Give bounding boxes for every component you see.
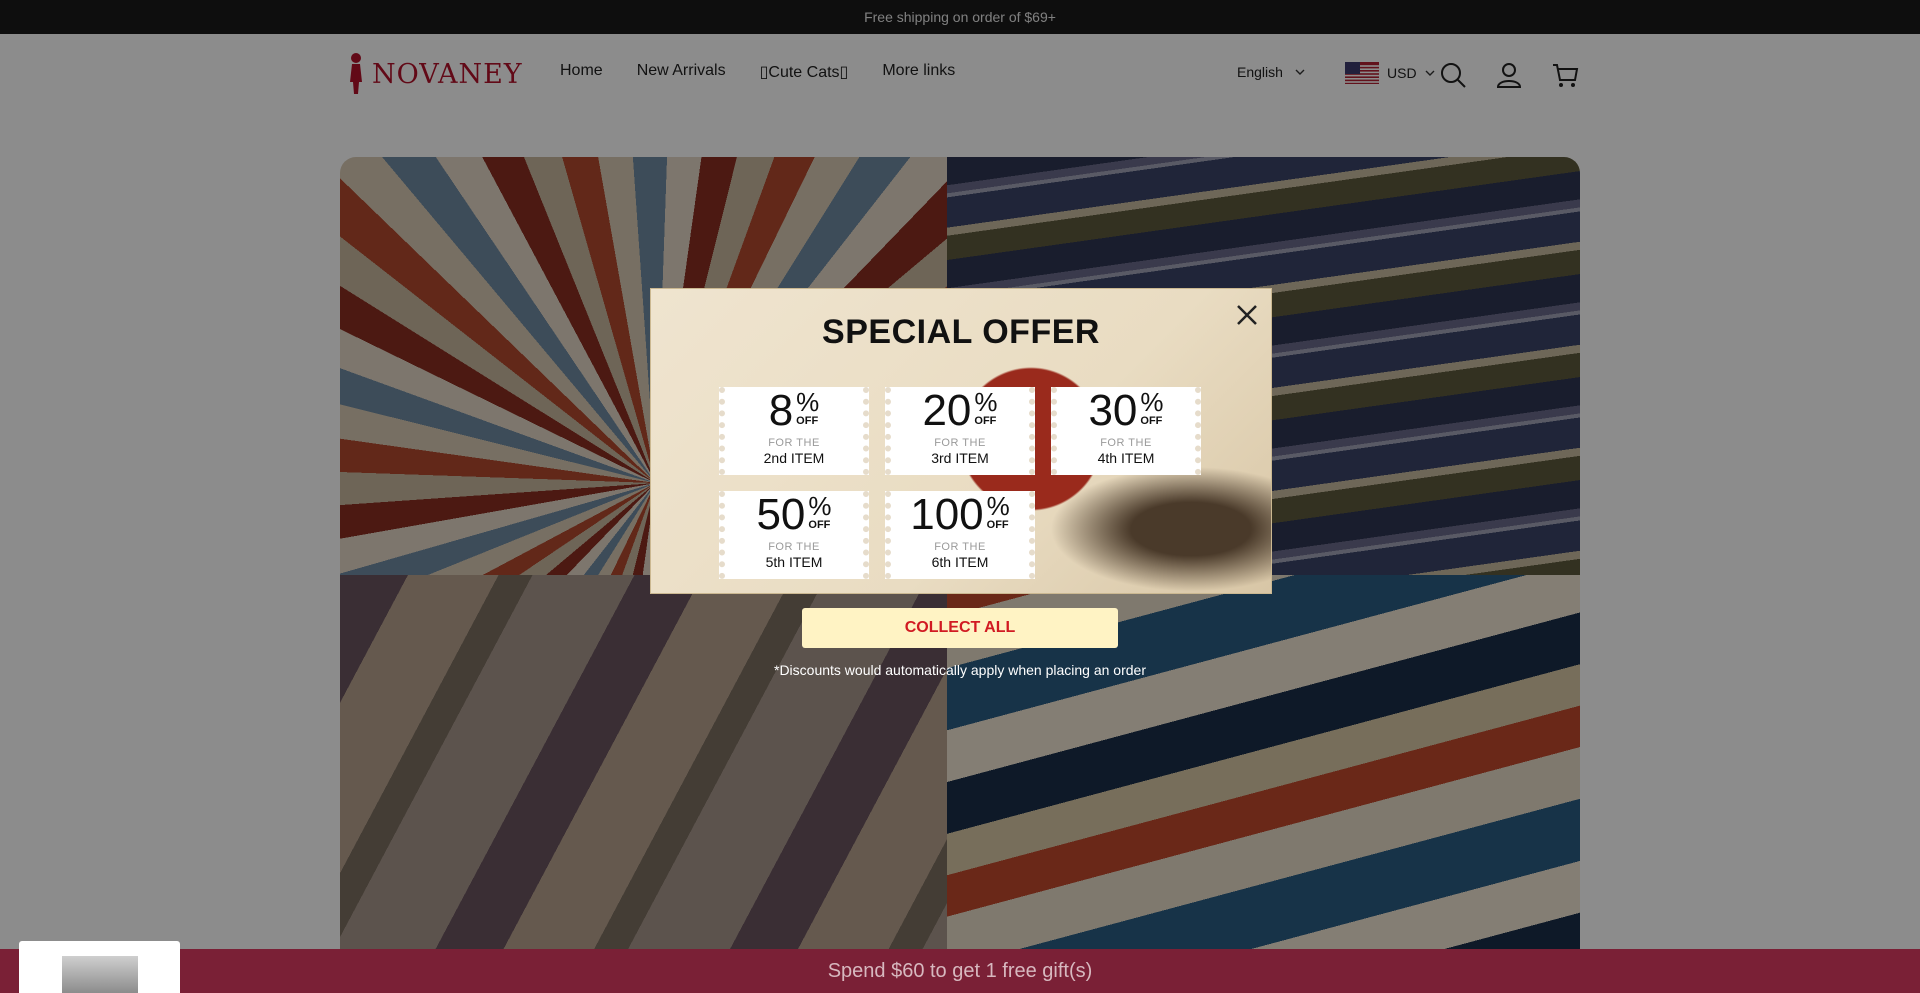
offer-for: FOR THE (934, 541, 986, 553)
offer-percent: % (974, 387, 998, 417)
gift-bar-text: Spend $60 to get 1 free gift(s) (827, 959, 1093, 982)
discount-note: *Discounts would automatically apply whe… (774, 662, 1146, 678)
offer-percent: % (796, 387, 820, 417)
popup-title: SPECIAL OFFER (822, 313, 1100, 351)
offer-value: 50 (756, 490, 806, 539)
offer-off: OFF (796, 415, 819, 427)
offer-value: 100 (910, 490, 984, 539)
offer-coupon: 100 % OFF FOR THE 6th ITEM (885, 491, 1035, 579)
offer-item: 5th ITEM (765, 554, 823, 570)
offer-item: 3rd ITEM (931, 450, 989, 466)
offer-off: OFF (974, 415, 997, 427)
offer-for: FOR THE (1100, 437, 1152, 449)
offer-coupon: 50 % OFF FOR THE 5th ITEM (719, 491, 869, 579)
offer-percent: % (986, 491, 1010, 521)
offer-coupon: 20 % OFF FOR THE 3rd ITEM (885, 387, 1035, 475)
offer-item: 2nd ITEM (763, 450, 825, 466)
special-offer-popup: SPECIAL OFFER 8 % OFF FOR THE 2nd ITEM 2… (650, 288, 1272, 594)
offer-for: FOR THE (768, 437, 820, 449)
offer-value: 30 (1088, 386, 1138, 435)
offer-value: 8 (768, 386, 794, 435)
collect-all-button[interactable]: COLLECT ALL (802, 608, 1118, 648)
offer-item: 4th ITEM (1097, 450, 1155, 466)
offer-percent: % (808, 491, 832, 521)
offer-off: OFF (1140, 415, 1163, 427)
close-icon[interactable] (1232, 300, 1262, 330)
gift-progress-bar[interactable]: Spend $60 to get 1 free gift(s) (0, 949, 1920, 993)
offer-off: OFF (808, 519, 831, 531)
offer-coupon: 8 % OFF FOR THE 2nd ITEM (719, 387, 869, 475)
offer-value: 20 (922, 386, 972, 435)
product-thumbnail (62, 956, 138, 993)
product-mini-card[interactable] (19, 941, 180, 993)
offer-for: FOR THE (934, 437, 986, 449)
offer-item: 6th ITEM (931, 554, 989, 570)
offer-off: OFF (986, 519, 1009, 531)
offer-coupon: 30 % OFF FOR THE 4th ITEM (1051, 387, 1201, 475)
offer-for: FOR THE (768, 541, 820, 553)
offer-percent: % (1140, 387, 1164, 417)
